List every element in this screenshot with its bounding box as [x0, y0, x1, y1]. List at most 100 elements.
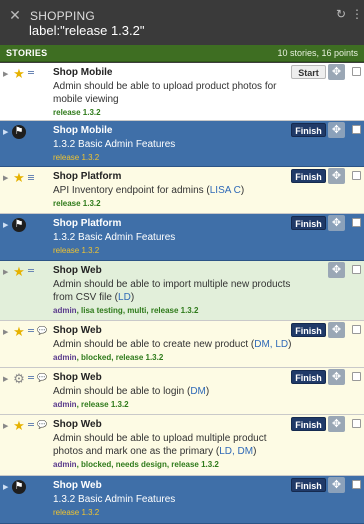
- select-checkbox[interactable]: [352, 218, 361, 227]
- story-label[interactable]: release 1.3.2: [116, 353, 164, 362]
- finish-button[interactable]: Finish: [291, 216, 326, 230]
- story-label[interactable]: release 1.3.2: [53, 153, 99, 162]
- story-row[interactable]: ▶ ★ Shop Mobile Admin should be able to upl…: [0, 63, 364, 121]
- story-title: 1.3.2 Basic Admin Features: [53, 494, 176, 505]
- move-icon[interactable]: ✥: [328, 64, 345, 80]
- estimate-icon: [28, 175, 34, 183]
- story-labels: admin, release 1.3.2: [53, 400, 129, 409]
- story-project: Shop Mobile: [53, 125, 113, 136]
- stories-section-header: STORIES 10 stories, 16 points: [0, 45, 364, 62]
- select-checkbox[interactable]: [352, 67, 361, 76]
- story-label[interactable]: admin: [53, 306, 77, 315]
- move-icon[interactable]: ✥: [328, 416, 345, 432]
- story-label[interactable]: multi: [127, 306, 146, 315]
- move-icon[interactable]: ✥: [328, 369, 345, 385]
- story-label[interactable]: release 1.3.2: [171, 460, 219, 469]
- expand-icon[interactable]: ▶: [3, 129, 9, 137]
- move-icon[interactable]: ✥: [328, 262, 345, 278]
- expand-icon[interactable]: ▶: [3, 423, 9, 431]
- owner-initials[interactable]: LD, DM: [219, 446, 253, 457]
- story-row[interactable]: ▶ ⚙ 💬 Shop Web Admin should be able to login…: [0, 368, 364, 415]
- story-label[interactable]: needs design: [116, 460, 167, 469]
- star-icon: ★: [13, 66, 25, 81]
- story-label[interactable]: release 1.3.2: [81, 400, 129, 409]
- finish-button[interactable]: Finish: [291, 169, 326, 183]
- expand-icon[interactable]: ▶: [3, 222, 9, 230]
- story-label[interactable]: release 1.3.2: [151, 306, 199, 315]
- finish-button[interactable]: Finish: [291, 478, 326, 492]
- owner-initials[interactable]: LD: [118, 292, 131, 303]
- finish-button[interactable]: Finish: [291, 123, 326, 137]
- story-row[interactable]: ▶ ⚑ Shop Web 1.3.2 Basic Admin Features rele…: [0, 476, 364, 524]
- story-project: Shop Mobile: [53, 67, 113, 78]
- story-row[interactable]: ▶ ★ Shop Web Admin should be able to import…: [0, 261, 364, 321]
- select-checkbox[interactable]: [352, 372, 361, 381]
- story-label[interactable]: lisa testing: [81, 306, 123, 315]
- star-icon: ★: [13, 324, 25, 339]
- finish-button[interactable]: Finish: [291, 370, 326, 384]
- story-row[interactable]: ▶ ★ 💬 Shop Web Admin should be able to uploa…: [0, 415, 364, 476]
- section-label: STORIES: [6, 48, 48, 58]
- refresh-icon[interactable]: ↻: [334, 7, 348, 21]
- story-title: Admin should be able to create new produ…: [53, 339, 292, 350]
- story-labels: admin, blocked, release 1.3.2: [53, 353, 164, 362]
- move-icon[interactable]: ✥: [328, 215, 345, 231]
- select-checkbox[interactable]: [352, 125, 361, 134]
- story-row[interactable]: ▶ ⚑ Shop Mobile 1.3.2 Basic Admin Features r…: [0, 121, 364, 167]
- expand-icon[interactable]: ▶: [3, 329, 9, 337]
- select-checkbox[interactable]: [352, 325, 361, 334]
- expand-icon[interactable]: ▶: [3, 269, 9, 277]
- expand-icon[interactable]: ▶: [3, 376, 9, 384]
- owner-initials[interactable]: DM: [190, 386, 206, 397]
- story-row[interactable]: ▶ ★ Shop Platform API Inventory endpoint fo…: [0, 167, 364, 214]
- owner-initials[interactable]: DM, LD: [254, 339, 288, 350]
- story-labels: release 1.3.2: [53, 199, 101, 209]
- select-checkbox[interactable]: [352, 171, 361, 180]
- move-icon[interactable]: ✥: [328, 168, 345, 184]
- search-query[interactable]: label:"release 1.3.2": [29, 23, 144, 38]
- story-row[interactable]: ▶ ⚑ Shop Platform 1.3.2 Basic Admin Feature…: [0, 214, 364, 261]
- story-title: Admin should be able to upload product p…: [53, 81, 277, 105]
- panel-title: SHOPPING: [30, 9, 95, 23]
- story-label[interactable]: release 1.3.2: [53, 508, 99, 517]
- story-project: Shop Platform: [53, 171, 122, 182]
- move-icon[interactable]: ✥: [328, 477, 345, 493]
- story-project: Shop Web: [53, 419, 102, 430]
- star-icon: ★: [13, 418, 25, 433]
- story-labels: admin, lisa testing, multi, release 1.3.…: [53, 306, 199, 315]
- select-checkbox[interactable]: [352, 419, 361, 428]
- finish-button[interactable]: Finish: [291, 323, 326, 337]
- story-label[interactable]: release 1.3.2: [53, 246, 99, 255]
- move-icon[interactable]: ✥: [328, 322, 345, 338]
- story-label[interactable]: release 1.3.2: [53, 108, 101, 117]
- story-label[interactable]: blocked: [81, 353, 111, 362]
- expand-icon[interactable]: ▶: [3, 484, 9, 492]
- owner-initials[interactable]: LISA C: [210, 185, 241, 196]
- start-button[interactable]: Start: [291, 65, 326, 79]
- story-row[interactable]: ▶ ★ 💬 Shop Web Admin should be able to creat…: [0, 321, 364, 368]
- release-flag-icon: ⚑: [12, 480, 26, 494]
- select-checkbox[interactable]: [352, 265, 361, 274]
- story-label[interactable]: admin: [53, 400, 77, 409]
- select-checkbox[interactable]: [352, 480, 361, 489]
- estimate-icon: [28, 71, 34, 79]
- story-label[interactable]: admin: [53, 353, 77, 362]
- story-project: Shop Web: [53, 480, 102, 491]
- story-project: Shop Web: [53, 265, 102, 276]
- comment-icon: 💬: [37, 326, 47, 335]
- finish-button[interactable]: Finish: [291, 417, 326, 431]
- close-icon[interactable]: ✕: [8, 8, 22, 22]
- gear-icon: ⚙: [13, 371, 25, 386]
- story-title: 1.3.2 Basic Admin Features: [53, 139, 176, 150]
- expand-icon[interactable]: ▶: [3, 71, 9, 79]
- expand-icon[interactable]: ▶: [3, 175, 9, 183]
- story-label[interactable]: blocked: [81, 460, 111, 469]
- story-label[interactable]: release 1.3.2: [53, 199, 101, 208]
- story-labels: release 1.3.2: [53, 246, 99, 256]
- more-vertical-icon[interactable]: ⋮: [351, 7, 363, 21]
- story-title: API Inventory endpoint for admins (LISA …: [53, 185, 245, 196]
- estimate-icon: [28, 269, 34, 277]
- move-icon[interactable]: ✥: [328, 122, 345, 138]
- story-count: 10 stories, 16 points: [277, 48, 358, 58]
- story-label[interactable]: admin: [53, 460, 77, 469]
